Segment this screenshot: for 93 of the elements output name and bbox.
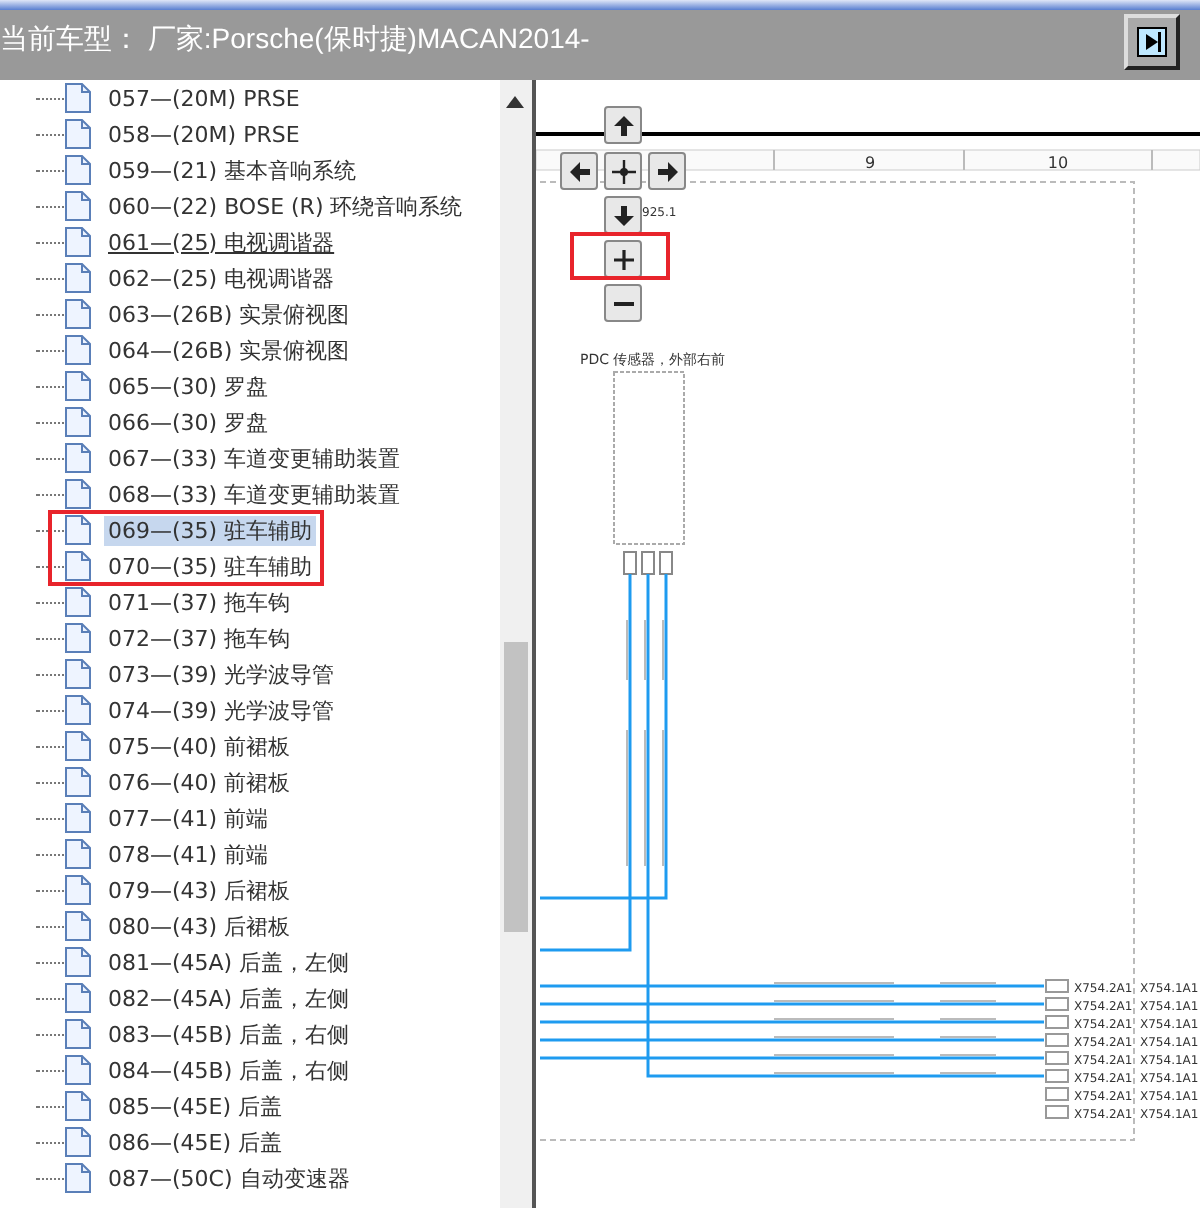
document-icon <box>64 1054 92 1086</box>
document-icon <box>64 226 92 258</box>
document-icon <box>64 478 92 510</box>
document-icon <box>64 766 92 798</box>
document-icon <box>64 406 92 438</box>
tree-item[interactable]: 074—(39) 光学波导管 <box>104 695 339 725</box>
tree-item[interactable]: 060—(22) BOSE (R) 环绕音响系统 <box>104 191 467 221</box>
scrollbar[interactable] <box>500 80 532 1208</box>
document-icon <box>64 694 92 726</box>
tree-item[interactable]: 068—(33) 车道变更辅助装置 <box>104 479 405 509</box>
expand-button[interactable] <box>1124 14 1180 70</box>
tree-item[interactable]: 059—(21) 基本音响系统 <box>104 155 361 185</box>
document-icon <box>64 118 92 150</box>
tree-item[interactable]: 081—(45A) 后盖，左侧 <box>104 947 354 977</box>
tree-item[interactable]: 057—(20M) PRSE <box>104 83 304 113</box>
document-icon <box>64 982 92 1014</box>
tree-item[interactable]: 080—(43) 后裙板 <box>104 911 295 941</box>
scroll-thumb[interactable] <box>504 642 528 932</box>
pan-left-button[interactable] <box>560 152 598 190</box>
vehicle-model-title: 当前车型： 厂家:Porsche(保时捷)MACAN2014- <box>0 20 590 58</box>
tree-item[interactable]: 079—(43) 后裙板 <box>104 875 295 905</box>
tree-item[interactable]: 065—(30) 罗盘 <box>104 371 273 401</box>
document-icon <box>64 946 92 978</box>
pan-right-button[interactable] <box>648 152 686 190</box>
tree-item[interactable]: 084—(45B) 后盖，右侧 <box>104 1055 354 1085</box>
terminal-icon <box>1045 1105 1069 1119</box>
tree-item[interactable]: 062—(25) 电视调谐器 <box>104 263 339 293</box>
terminal-icon <box>1045 1087 1069 1101</box>
tree-item[interactable]: 085—(45E) 后盖 <box>104 1091 287 1121</box>
tree-item[interactable]: 067—(33) 车道变更辅助装置 <box>104 443 405 473</box>
document-icon <box>64 622 92 654</box>
terminal-icon <box>1045 979 1069 993</box>
tree-item[interactable]: 058—(20M) PRSE <box>104 119 304 149</box>
terminal-icon <box>1045 997 1069 1011</box>
document-icon <box>64 190 92 222</box>
document-icon <box>64 514 92 546</box>
pan-down-button[interactable] <box>604 196 642 234</box>
tree-item[interactable]: 087—(50C) 自动变速器 <box>104 1163 354 1193</box>
document-icon <box>64 442 92 474</box>
document-icon <box>64 370 92 402</box>
terminal-icon <box>1045 1033 1069 1047</box>
scroll-up-icon[interactable] <box>506 96 524 108</box>
tree-item[interactable]: 070—(35) 驻车辅助 <box>104 551 317 581</box>
center-button[interactable] <box>604 152 642 190</box>
document-icon <box>64 550 92 582</box>
tree-item[interactable]: 076—(40) 前裙板 <box>104 767 295 797</box>
document-icon <box>64 658 92 690</box>
document-icon <box>64 298 92 330</box>
document-icon <box>64 1162 92 1194</box>
document-icon <box>64 1018 92 1050</box>
tree-item[interactable]: 082—(45A) 后盖，左侧 <box>104 983 354 1013</box>
arrow-right-icon <box>657 161 677 181</box>
tree-item[interactable]: 075—(40) 前裙板 <box>104 731 295 761</box>
terminal-icon <box>1045 1051 1069 1065</box>
tree-item[interactable]: 078—(41) 前端 <box>104 839 273 869</box>
document-icon <box>64 82 92 114</box>
document-icon <box>64 874 92 906</box>
document-icon <box>64 802 92 834</box>
document-icon <box>64 154 92 186</box>
pin-connector-icon <box>623 551 673 575</box>
tree-item[interactable]: 069—(35) 驻车辅助 <box>104 515 317 545</box>
column-number: 10 <box>1047 154 1069 172</box>
arrow-left-icon <box>569 161 589 181</box>
plus-icon <box>613 249 633 269</box>
zoom-out-button[interactable] <box>604 284 642 322</box>
tree-item[interactable]: 086—(45E) 后盖 <box>104 1127 287 1157</box>
tree-item[interactable]: 073—(39) 光学波导管 <box>104 659 339 689</box>
document-icon <box>64 838 92 870</box>
crosshair-icon <box>611 159 635 183</box>
tree-item[interactable]: 061—(25) 电视调谐器 <box>104 227 339 257</box>
document-icon <box>64 910 92 942</box>
document-icon <box>64 586 92 618</box>
terminal-icon <box>1045 1069 1069 1083</box>
terminal-icon <box>1045 1015 1069 1029</box>
highlight-frame <box>570 232 670 280</box>
tree-item[interactable]: 063—(26B) 实景俯视图 <box>104 299 354 329</box>
pan-up-button[interactable] <box>604 106 642 144</box>
column-number: 9 <box>864 154 876 172</box>
arrow-up-icon <box>613 115 633 135</box>
document-icon <box>64 262 92 294</box>
tree-item[interactable]: 072—(37) 拖车钩 <box>104 623 295 653</box>
tree-item[interactable]: 066—(30) 罗盘 <box>104 407 273 437</box>
tree-item[interactable]: 077—(41) 前端 <box>104 803 273 833</box>
document-icon <box>64 730 92 762</box>
zoom-in-button[interactable] <box>604 240 642 278</box>
document-icon <box>64 1126 92 1158</box>
arrow-right-icon <box>1136 26 1168 58</box>
tree-item[interactable]: 083—(45B) 后盖，右侧 <box>104 1019 354 1049</box>
document-icon <box>64 1090 92 1122</box>
document-icon <box>64 334 92 366</box>
tree-item[interactable]: 071—(37) 拖车钩 <box>104 587 295 617</box>
arrow-down-icon <box>613 205 633 225</box>
tree-item[interactable]: 064—(26B) 实景俯视图 <box>104 335 354 365</box>
